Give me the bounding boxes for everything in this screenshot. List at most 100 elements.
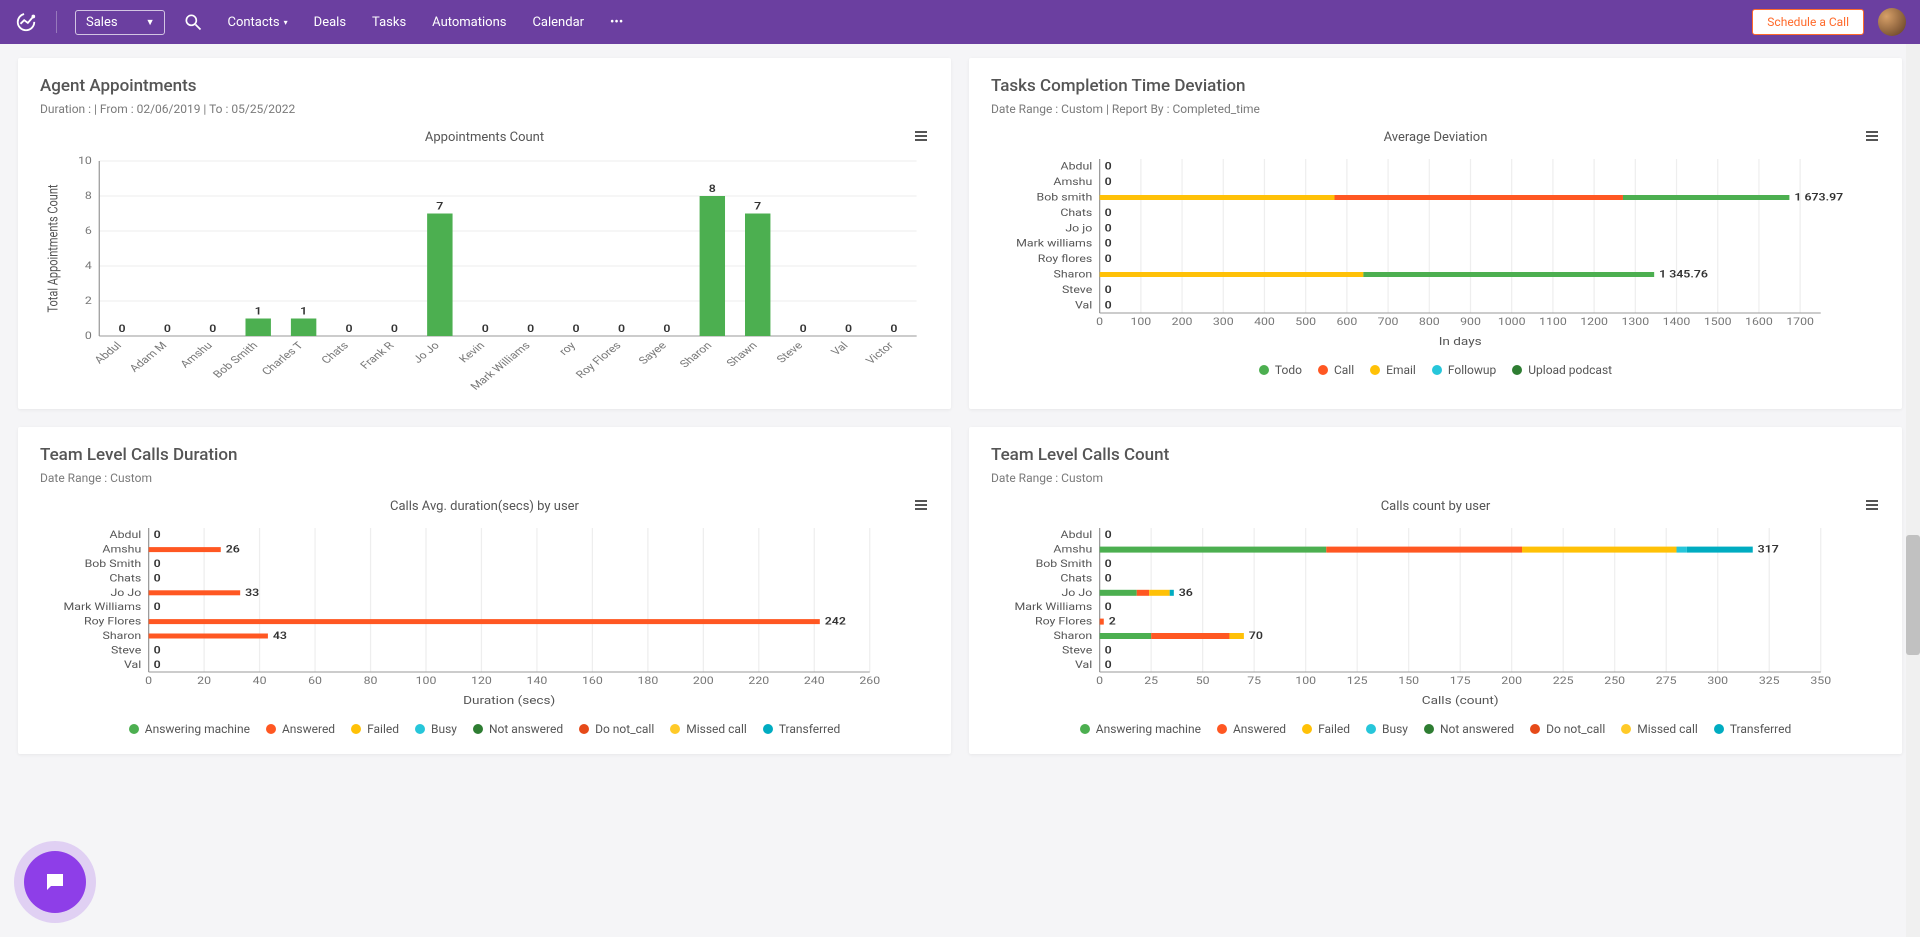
svg-text:0: 0 bbox=[1105, 659, 1112, 671]
legend-entry[interactable]: Not answered bbox=[473, 722, 563, 736]
legend-label: Busy bbox=[431, 722, 457, 736]
svg-text:Shawn: Shawn bbox=[724, 340, 760, 369]
legend-entry[interactable]: Do not_call bbox=[579, 722, 654, 736]
legend-label: Call bbox=[1334, 363, 1354, 377]
legend-entry[interactable]: Busy bbox=[1366, 722, 1408, 736]
svg-text:Bob Smith: Bob Smith bbox=[210, 340, 260, 381]
legend-label: Busy bbox=[1382, 722, 1408, 736]
legend-color-dot bbox=[1370, 365, 1380, 375]
legend-entry[interactable]: Todo bbox=[1259, 363, 1302, 377]
svg-text:8: 8 bbox=[85, 190, 92, 202]
legend-label: Failed bbox=[367, 722, 399, 736]
search-icon[interactable] bbox=[183, 12, 203, 32]
svg-text:40: 40 bbox=[253, 675, 267, 687]
nav-tab-tasks[interactable]: Tasks bbox=[372, 15, 406, 30]
svg-text:Amshu: Amshu bbox=[1053, 544, 1092, 556]
svg-text:0: 0 bbox=[345, 323, 352, 335]
legend-entry[interactable]: Call bbox=[1318, 363, 1354, 377]
svg-text:7: 7 bbox=[754, 201, 761, 213]
svg-text:20: 20 bbox=[197, 675, 211, 687]
svg-text:700: 700 bbox=[1378, 316, 1399, 328]
legend-entry[interactable]: Answered bbox=[266, 722, 335, 736]
svg-text:1400: 1400 bbox=[1663, 316, 1691, 328]
legend-entry[interactable]: Followup bbox=[1432, 363, 1496, 377]
card-subtitle: Date Range : Custom | Report By : Comple… bbox=[991, 102, 1880, 116]
chart-menu-icon[interactable] bbox=[1864, 128, 1880, 148]
legend-entry[interactable]: Answered bbox=[1217, 722, 1286, 736]
svg-text:0: 0 bbox=[154, 644, 161, 656]
chart-appointments: 02468100Abdul0Adam M0Amshu1Bob Smith1Cha… bbox=[40, 151, 929, 391]
legend-entry[interactable]: Transferred bbox=[763, 722, 840, 736]
legend-color-dot bbox=[473, 724, 483, 734]
svg-text:0: 0 bbox=[1105, 207, 1112, 219]
svg-text:8: 8 bbox=[709, 183, 716, 195]
svg-text:300: 300 bbox=[1707, 675, 1728, 687]
legend-label: Answered bbox=[1233, 722, 1286, 736]
chart-title: Calls count by user bbox=[991, 499, 1880, 514]
chart-menu-icon[interactable] bbox=[913, 128, 929, 148]
svg-text:Adam M: Adam M bbox=[127, 340, 170, 375]
legend-entry[interactable]: Not answered bbox=[1424, 722, 1514, 736]
nav-tab-automations[interactable]: Automations bbox=[432, 15, 506, 30]
nav-tab-calendar[interactable]: Calendar bbox=[532, 15, 584, 30]
svg-text:Sayee: Sayee bbox=[636, 340, 669, 367]
svg-text:Sharon: Sharon bbox=[677, 340, 714, 370]
svg-text:0: 0 bbox=[1105, 176, 1112, 188]
svg-text:Abdul: Abdul bbox=[1061, 529, 1093, 541]
card-task-deviation: Tasks Completion Time Deviation Date Ran… bbox=[969, 58, 1902, 409]
svg-text:0: 0 bbox=[209, 323, 216, 335]
legend-entry[interactable]: Answering machine bbox=[1080, 722, 1201, 736]
legend-entry[interactable]: Busy bbox=[415, 722, 457, 736]
svg-text:Chats: Chats bbox=[1060, 572, 1092, 584]
svg-text:Val: Val bbox=[829, 340, 851, 358]
legend-entry[interactable]: Failed bbox=[351, 722, 399, 736]
legend-color-dot bbox=[351, 724, 361, 734]
svg-text:0: 0 bbox=[391, 323, 398, 335]
legend-entry[interactable]: Transferred bbox=[1714, 722, 1791, 736]
chart-menu-icon[interactable] bbox=[1864, 497, 1880, 517]
svg-text:Abdul: Abdul bbox=[1061, 161, 1093, 173]
legend-entry[interactable]: Missed call bbox=[670, 722, 747, 736]
svg-text:0: 0 bbox=[118, 323, 125, 335]
legend-label: Email bbox=[1386, 363, 1416, 377]
svg-text:325: 325 bbox=[1759, 675, 1780, 687]
nav-divider bbox=[56, 11, 57, 33]
chart-title: Average Deviation bbox=[991, 130, 1880, 145]
chart-title: Calls Avg. duration(secs) by user bbox=[40, 499, 929, 514]
svg-text:0: 0 bbox=[1105, 299, 1112, 311]
legend-entry[interactable]: Missed call bbox=[1621, 722, 1698, 736]
legend-color-dot bbox=[1259, 365, 1269, 375]
chart-menu-icon[interactable] bbox=[913, 497, 929, 517]
svg-text:25: 25 bbox=[1144, 675, 1158, 687]
svg-text:Chats: Chats bbox=[109, 572, 141, 584]
nav-tab-contacts[interactable]: Contacts▾ bbox=[227, 15, 287, 30]
chat-fab-button[interactable] bbox=[24, 851, 86, 913]
schedule-call-button[interactable]: Schedule a Call bbox=[1752, 9, 1864, 35]
svg-text:317: 317 bbox=[1758, 544, 1779, 556]
scrollbar-thumb[interactable] bbox=[1906, 535, 1920, 655]
legend-color-dot bbox=[763, 724, 773, 734]
legend-entry[interactable]: Email bbox=[1370, 363, 1416, 377]
legend-entry[interactable]: Failed bbox=[1302, 722, 1350, 736]
svg-text:1: 1 bbox=[300, 306, 307, 318]
svg-text:Chats: Chats bbox=[1060, 207, 1092, 219]
scrollbar-track[interactable] bbox=[1906, 44, 1920, 937]
legend-entry[interactable]: Upload podcast bbox=[1512, 363, 1612, 377]
svg-text:0: 0 bbox=[618, 323, 625, 335]
legend-label: Answering machine bbox=[145, 722, 250, 736]
nav-more-icon[interactable]: ••• bbox=[610, 15, 623, 30]
svg-text:1700: 1700 bbox=[1786, 316, 1814, 328]
svg-text:0: 0 bbox=[85, 330, 92, 342]
legend-entry[interactable]: Do not_call bbox=[1530, 722, 1605, 736]
legend-entry[interactable]: Answering machine bbox=[129, 722, 250, 736]
legend-color-dot bbox=[266, 724, 276, 734]
card-title: Agent Appointments bbox=[40, 76, 929, 96]
svg-text:Val: Val bbox=[1075, 299, 1092, 311]
svg-text:0: 0 bbox=[1105, 572, 1112, 584]
module-selector[interactable]: Sales ▼ bbox=[75, 10, 165, 35]
nav-tab-deals[interactable]: Deals bbox=[314, 15, 346, 30]
svg-text:0: 0 bbox=[164, 323, 171, 335]
user-avatar[interactable] bbox=[1878, 8, 1906, 36]
app-logo-icon[interactable] bbox=[14, 10, 38, 34]
svg-text:Val: Val bbox=[124, 659, 141, 671]
